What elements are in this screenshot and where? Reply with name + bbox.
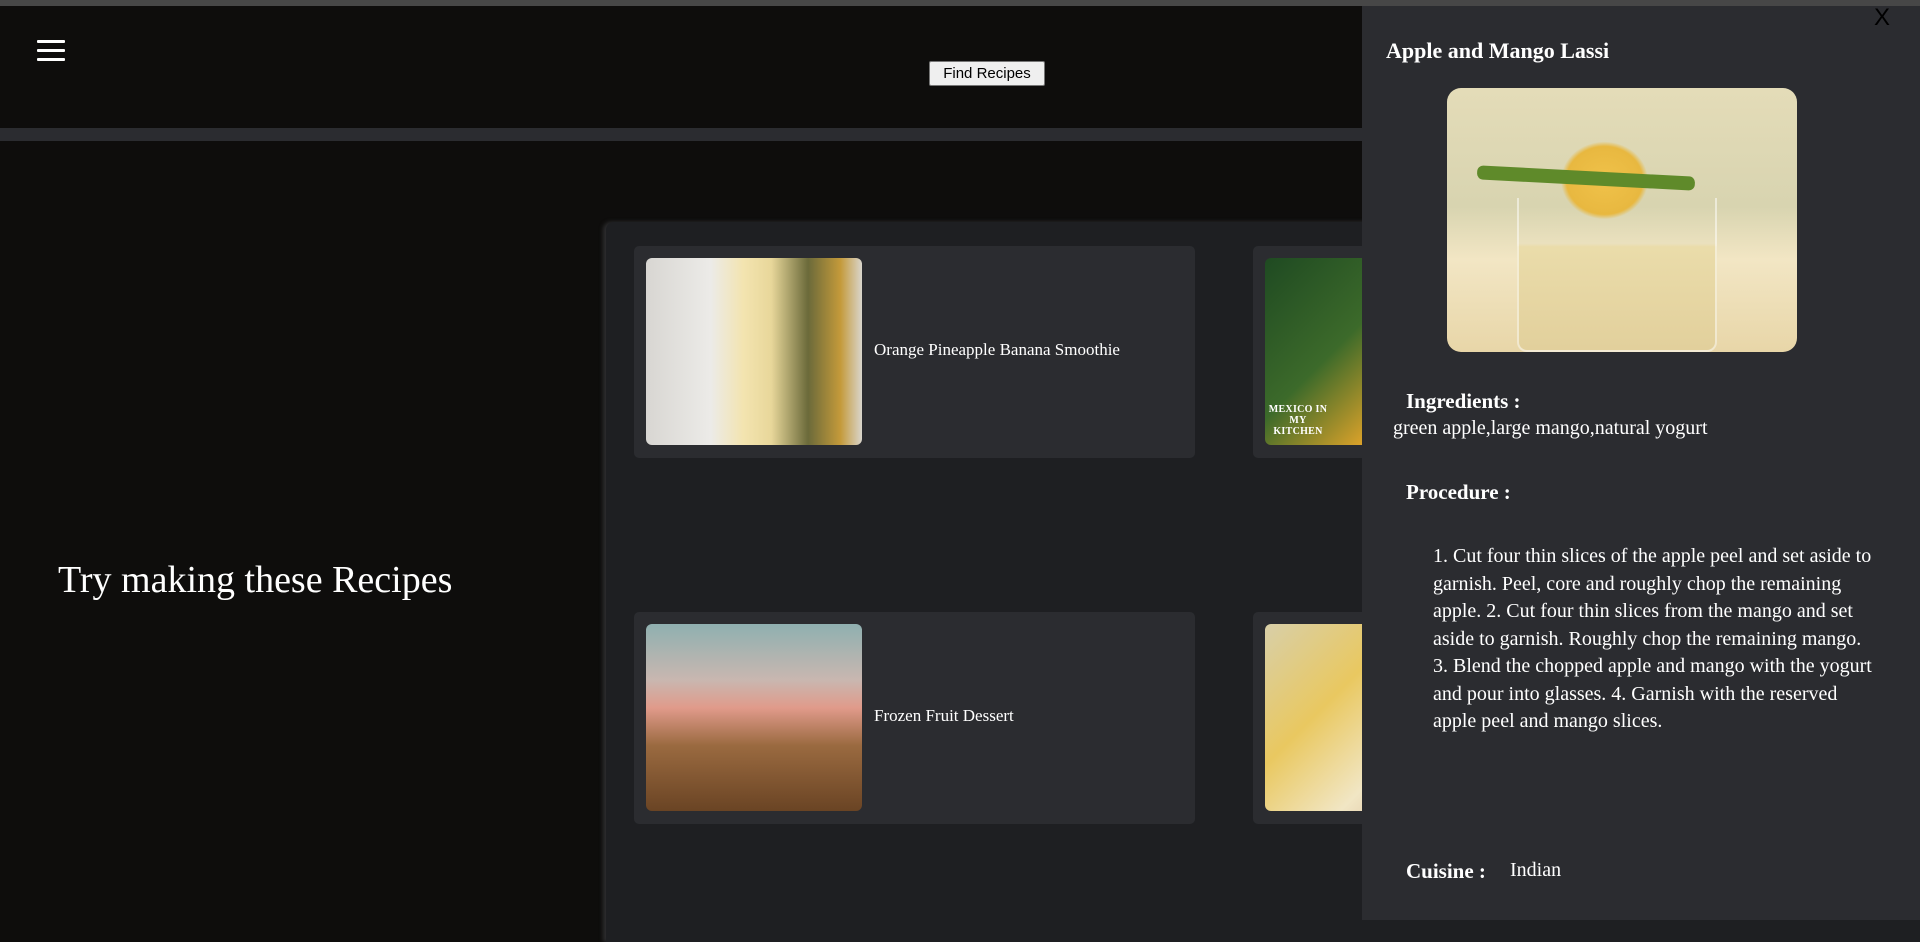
detail-image — [1447, 88, 1797, 352]
recipe-card[interactable]: Orange Pineapple Banana Smoothie — [634, 246, 1195, 458]
find-recipes-button[interactable]: Find Recipes — [929, 61, 1045, 86]
recipe-name: Frozen Fruit Dessert — [874, 706, 1014, 725]
ingredients-label: Ingredients : — [1406, 389, 1521, 413]
detail-title: Apple and Mango Lassi — [1386, 38, 1610, 63]
procedure-label: Procedure : — [1406, 480, 1511, 504]
mexico-kitchen-logo: MEXICO IN MY KITCHEN — [1268, 404, 1328, 437]
procedure-text: 1. Cut four thin slices of the apple pee… — [1433, 545, 1872, 732]
recipe-card[interactable]: Frozen Fruit Dessert — [634, 612, 1195, 824]
ingredients-text: green apple,large mango,natural yogurt — [1393, 417, 1708, 439]
recipe-name: Orange Pineapple Banana Smoothie — [874, 340, 1120, 359]
recipe-image — [646, 258, 862, 445]
close-button[interactable]: X — [1874, 4, 1890, 32]
cuisine-label: Cuisine : — [1406, 859, 1486, 883]
cuisine-value: Indian — [1510, 859, 1562, 881]
hero-title: Try making these Recipes — [58, 559, 453, 601]
hamburger-icon[interactable] — [37, 40, 65, 62]
recipe-image — [646, 624, 862, 811]
